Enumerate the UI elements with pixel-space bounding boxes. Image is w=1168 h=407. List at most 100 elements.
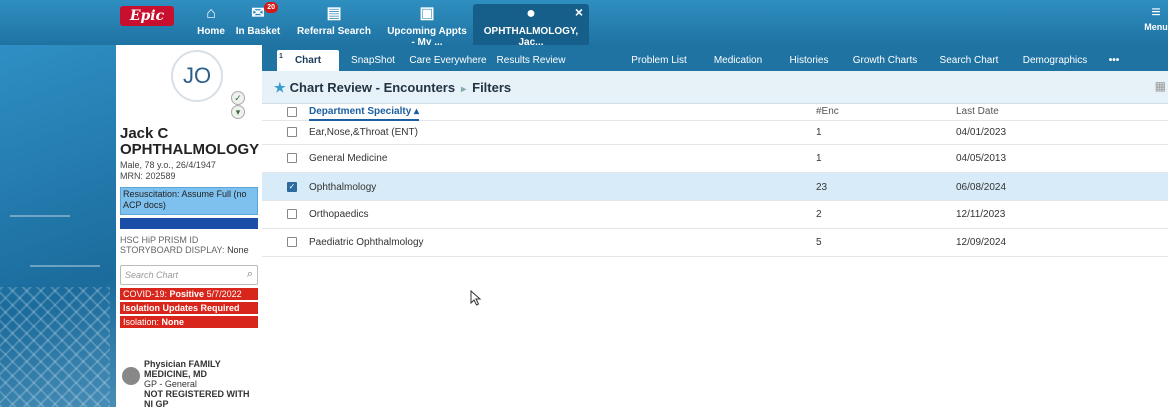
tab-problem-list[interactable]: Problem List [628,50,690,71]
decorative-line [10,215,70,217]
cell-department: Orthopaedics [309,209,369,220]
cell-department: General Medicine [309,153,388,164]
home-icon: ⌂ [206,5,216,22]
calendar-icon: ▣ [419,5,435,22]
registration-status-2: NI GP [144,399,169,407]
tab-demographics[interactable]: Demographics [1016,50,1094,71]
star-icon[interactable]: ★ [274,80,286,95]
row-checkbox[interactable] [287,237,297,247]
close-icon[interactable]: × [575,4,583,20]
patient-avatar[interactable]: JO [171,50,223,102]
checklist-icon[interactable]: ✓ [231,91,245,105]
patient-first-name: Jack C [120,125,169,142]
search-icon[interactable]: ⌕ [247,268,253,281]
tab-medication[interactable]: Medication [708,50,768,71]
cell-enc: 1 [816,127,822,138]
isolation-alert[interactable]: Isolation: None [120,316,258,328]
table-row[interactable]: Orthopaedics 2 12/11/2023 [262,201,1168,229]
tab-snapshot[interactable]: SnapShot [344,50,402,71]
cell-enc: 23 [816,182,828,193]
referral-search-label: Referral Search [297,26,371,37]
patient-last-name: OPHTHALMOLOGY [120,141,260,158]
in-basket-label: In Basket [235,26,281,37]
encounters-table: Department Specialty ▴ #Enc Last Date Ea… [262,104,1168,257]
referral-search-button[interactable]: ▤ Referral Search [286,4,382,42]
upcoming-appts-button[interactable]: ▣ Upcoming Appts - My ... [386,4,468,48]
covid-label: COVID-19: [123,289,168,299]
home-button[interactable]: ⌂ Home [196,4,226,42]
cell-last-date: 04/05/2013 [956,153,1007,164]
covid-alert[interactable]: COVID-19: Positive 5/7/2022 [120,288,258,300]
in-basket-button[interactable]: ✉ 20 In Basket [232,2,284,42]
patient-demographics: Male, 78 y.o., 26/4/1947 [120,160,216,170]
table-row[interactable]: General Medicine 1 04/05/2013 [262,145,1168,173]
covid-status: Positive [169,289,205,299]
row-checkbox[interactable] [287,209,297,219]
page-title: ★ Chart Review - Encounters ▸ Filters [274,80,511,96]
table-row[interactable]: Ear,Nose,&Throat (ENT) 1 04/01/2023 [262,121,1168,145]
cell-last-date: 12/11/2023 [956,209,1006,220]
cell-enc: 2 [816,209,822,220]
row-checkbox[interactable] [287,153,297,163]
resuscitation-text: Resuscitation: Assume Full (no ACP docs) [123,189,247,210]
filter-icon[interactable]: ▾ [231,105,245,119]
cell-department: Paediatric Ophthalmology [309,237,424,248]
tab-search-chart[interactable]: Search Chart [936,50,1002,71]
more-tabs-button[interactable]: ••• [1104,50,1124,71]
hamburger-icon: ≡ [1151,4,1161,21]
physician-name-2: MEDICINE, MD [144,369,207,379]
hsc-storyboard-display: HSC HiP PRISM ID STORYBOARD DISPLAY: Non… [120,235,260,255]
hsc-label: HSC HiP PRISM ID STORYBOARD DISPLAY: [120,235,225,255]
search-chart-placeholder: Search Chart [125,270,179,280]
top-toolbar: Epic ⌂ Home ✉ 20 In Basket ▤ Referral Se… [0,0,1168,48]
column-header-enc[interactable]: #Enc [816,106,839,117]
print-icon[interactable]: ▦ [1155,79,1166,93]
decorative-pattern [0,287,110,407]
row-checkbox[interactable]: ✓ [287,182,297,192]
physician-specialty: GP - General [144,379,197,389]
physician-name-1: Physician FAMILY [144,359,221,369]
table-row[interactable]: Paediatric Ophthalmology 5 12/09/2024 [262,229,1168,257]
patient-mrn: MRN: 202589 [120,171,176,181]
tab-results-review[interactable]: Results Review [494,50,568,71]
tab-chart-review-count: 1 [279,53,283,60]
isolation-updates-text: Isolation Updates Required [123,303,240,313]
referral-icon: ▤ [326,5,342,22]
status-bar [120,218,258,229]
search-chart-input[interactable]: Search Chart ⌕ [120,265,258,285]
cell-last-date: 04/01/2023 [956,127,1007,138]
isolation-updates-alert[interactable]: Isolation Updates Required [120,302,258,314]
physician-info[interactable]: Physician FAMILY MEDICINE, MD GP - Gener… [144,359,250,407]
left-sidebar: JO ✓▾ Jack C OPHTHALMOLOGY Male, 78 y.o.… [0,45,262,407]
select-all-checkbox[interactable] [287,107,297,117]
cell-last-date: 06/08/2024 [956,182,1007,193]
cell-enc: 5 [816,237,822,248]
column-header-department[interactable]: Department Specialty ▴ [309,106,420,121]
patient-workspace-tab[interactable]: × ● OPHTHALMOLOGY, Jac... [473,4,589,48]
person-icon: ● [526,5,536,22]
hsc-value: None [227,245,249,255]
breadcrumb-title: Chart Review - Encounters [289,80,456,95]
table-row-selected[interactable]: ✓ Ophthalmology 23 06/08/2024 [262,173,1168,201]
menu-button[interactable]: ≡ Menu [1144,4,1168,32]
cell-enc: 1 [816,153,822,164]
isolation-value: None [161,317,185,327]
tab-chart-review[interactable]: 1 Chart Review [277,50,339,87]
tab-growth-charts[interactable]: Growth Charts [848,50,922,71]
epic-logo: Epic [120,6,174,26]
resuscitation-status[interactable]: Resuscitation: Assume Full (no ACP docs) [120,187,258,215]
registration-status: NOT REGISTERED WITH [144,389,250,399]
table-header-row: Department Specialty ▴ #Enc Last Date [262,104,1168,121]
cell-department: Ear,Nose,&Throat (ENT) [309,127,418,138]
row-checkbox[interactable] [287,127,297,137]
activity-tab-bar: 1 Chart Review SnapShot Care Everywhere … [262,45,1168,87]
patient-quick-icons: ✓▾ [231,91,262,119]
tab-histories[interactable]: Histories [784,50,834,71]
tab-care-everywhere[interactable]: Care Everywhere [408,50,488,71]
isolation-label: Isolation: [123,317,160,327]
decorative-line [30,265,100,267]
physician-avatar-icon [122,367,140,385]
breadcrumb-filters[interactable]: Filters [472,80,511,95]
column-header-last-date[interactable]: Last Date [956,106,999,117]
menu-label: Menu [1144,22,1168,32]
